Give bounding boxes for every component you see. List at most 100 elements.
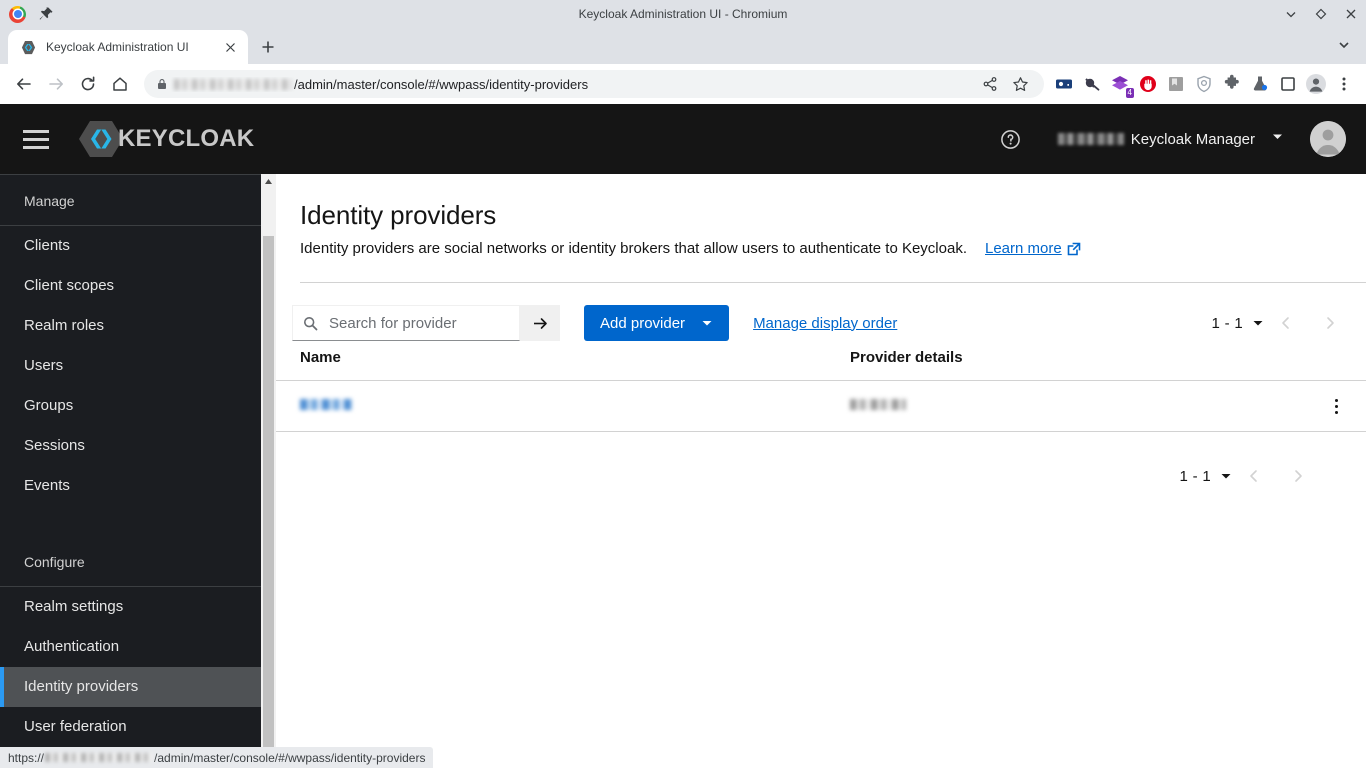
sidebar-item-groups[interactable]: Groups <box>0 386 276 426</box>
chromium-logo-icon <box>9 5 26 23</box>
sidebar-section-manage: Manage <box>24 193 75 209</box>
sidebar-item-user-federation[interactable]: User federation <box>0 707 276 747</box>
main-content: Identity providers Identity providers ar… <box>276 174 1366 752</box>
column-header-actions <box>1306 349 1366 381</box>
search-submit-button[interactable] <box>520 305 560 341</box>
identity-providers-table: Name Provider details <box>276 349 1366 432</box>
sidebar-item-events[interactable]: Events <box>0 466 276 506</box>
page-body: Manage Clients Client scopes Realm roles… <box>0 174 1366 752</box>
forward-button-icon[interactable] <box>40 68 72 100</box>
redacted-username <box>1057 133 1124 145</box>
pagination-top-prev-button[interactable] <box>1264 305 1308 341</box>
redacted-provider-details <box>850 399 906 410</box>
sidebar-section-configure: Configure <box>24 554 85 570</box>
pagination-bottom-caret-icon[interactable] <box>1220 470 1232 482</box>
minimize-button[interactable] <box>1276 0 1306 28</box>
manage-display-order-link[interactable]: Manage display order <box>753 315 897 332</box>
back-button-icon[interactable] <box>8 68 40 100</box>
close-button[interactable] <box>1336 0 1366 28</box>
keycloak-brand[interactable]: KEYCLOAK <box>78 118 254 160</box>
pin-icon[interactable] <box>38 6 54 22</box>
search-box[interactable] <box>292 305 520 341</box>
table-header-row: Name Provider details <box>276 349 1366 381</box>
page-header: Identity providers Identity providers ar… <box>276 174 1366 257</box>
browser-tab[interactable]: Keycloak Administration UI <box>8 30 248 64</box>
sidepanel-icon[interactable] <box>1274 70 1302 98</box>
hamburger-menu-icon[interactable] <box>18 121 54 157</box>
lock-icon <box>156 78 168 90</box>
sidebar-item-sessions[interactable]: Sessions <box>0 426 276 466</box>
help-icon[interactable] <box>992 120 1030 158</box>
window-controls <box>1276 0 1366 28</box>
keycloak-brand-text: KEYCLOAK <box>118 125 255 152</box>
sidebar-item-identity-providers[interactable]: Identity providers <box>0 667 276 707</box>
pagination-top-range: 1 - 1 <box>1211 314 1243 332</box>
search-input[interactable] <box>327 313 509 333</box>
archive-extension-icon[interactable] <box>1162 70 1190 98</box>
add-provider-button[interactable]: Add provider <box>584 305 730 341</box>
address-bar[interactable]: /admin/master/console/#/wwpass/identity-… <box>144 70 1044 98</box>
sidebar-scrollbar[interactable] <box>261 174 276 752</box>
flask-lab-extension-icon[interactable] <box>1246 70 1274 98</box>
pagination-bottom-prev-button[interactable] <box>1232 458 1276 494</box>
chrome-menu-icon[interactable] <box>1330 70 1358 98</box>
kebab-menu-icon[interactable] <box>1306 398 1366 414</box>
learn-more-link[interactable]: Learn more <box>985 240 1081 257</box>
add-provider-caret-icon[interactable] <box>685 317 729 329</box>
password-manager-extension-icon[interactable] <box>1050 70 1078 98</box>
sidebar-item-realm-roles[interactable]: Realm roles <box>0 306 276 346</box>
shield-extension-icon[interactable] <box>1190 70 1218 98</box>
reload-button-icon[interactable] <box>72 68 104 100</box>
pagination-top-next-button[interactable] <box>1308 305 1352 341</box>
pagination-top: 1 - 1 <box>1211 305 1366 341</box>
bookmark-star-icon[interactable] <box>1006 70 1034 98</box>
keycloak-favicon-icon <box>20 39 36 55</box>
sidebar-item-authentication[interactable]: Authentication <box>0 627 276 667</box>
new-tab-button[interactable] <box>254 33 282 61</box>
redacted-status-hostname <box>45 753 154 762</box>
scrollbar-thumb[interactable] <box>263 236 274 752</box>
tab-search-icon[interactable] <box>1332 33 1356 57</box>
home-button-icon[interactable] <box>104 68 136 100</box>
user-dropdown[interactable]: Keycloak Manager <box>1057 130 1284 148</box>
pagination-bottom-range: 1 - 1 <box>1179 467 1211 485</box>
sidebar-item-realm-settings[interactable]: Realm settings <box>0 587 276 627</box>
column-header-name: Name <box>276 349 826 381</box>
page-description: Identity providers are social networks o… <box>300 240 1366 257</box>
learn-more-label: Learn more <box>985 240 1062 257</box>
table-body <box>276 380 1366 432</box>
redacted-provider-name[interactable] <box>300 399 352 410</box>
user-avatar[interactable] <box>1310 121 1346 157</box>
scrollbar-up-arrow-icon[interactable] <box>261 174 276 188</box>
layers-extension-badge: 4 <box>1125 88 1134 98</box>
table-row[interactable] <box>276 380 1366 432</box>
close-tab-icon[interactable] <box>220 37 240 57</box>
cell-provider-name[interactable] <box>276 380 826 432</box>
browser-toolbar: /admin/master/console/#/wwpass/identity-… <box>0 64 1366 104</box>
share-icon[interactable] <box>976 70 1004 98</box>
column-header-provider-details: Provider details <box>826 349 1306 381</box>
window-title: Keycloak Administration UI - Chromium <box>578 7 788 21</box>
page-description-text: Identity providers are social networks o… <box>300 240 967 257</box>
profile-avatar[interactable] <box>1302 70 1330 98</box>
table-toolbar: Add provider Manage display order 1 - 1 <box>276 283 1366 347</box>
sidebar-item-client-scopes[interactable]: Client scopes <box>0 266 276 306</box>
adblock-extension-icon[interactable] <box>1078 70 1106 98</box>
page-title: Identity providers <box>300 200 497 230</box>
layers-extension-icon[interactable]: 4 <box>1106 70 1134 98</box>
status-url-path: /admin/master/console/#/wwpass/identity-… <box>154 750 426 765</box>
user-name: Keycloak Manager <box>1057 131 1255 148</box>
pagination-bottom: 1 - 1 <box>276 432 1366 494</box>
chevron-down-icon <box>1271 130 1284 148</box>
pagination-top-caret-icon[interactable] <box>1252 317 1264 329</box>
search-group <box>292 305 560 341</box>
pagination-bottom-next-button[interactable] <box>1276 458 1320 494</box>
sidebar-item-clients[interactable]: Clients <box>0 226 276 266</box>
stop-hand-extension-icon[interactable] <box>1134 70 1162 98</box>
sidebar-nav: Manage Clients Client scopes Realm roles… <box>0 174 276 752</box>
puzzle-extensions-icon[interactable] <box>1218 70 1246 98</box>
sidebar-item-users[interactable]: Users <box>0 346 276 386</box>
maximize-button[interactable] <box>1306 0 1336 28</box>
cell-row-actions[interactable] <box>1306 380 1366 432</box>
